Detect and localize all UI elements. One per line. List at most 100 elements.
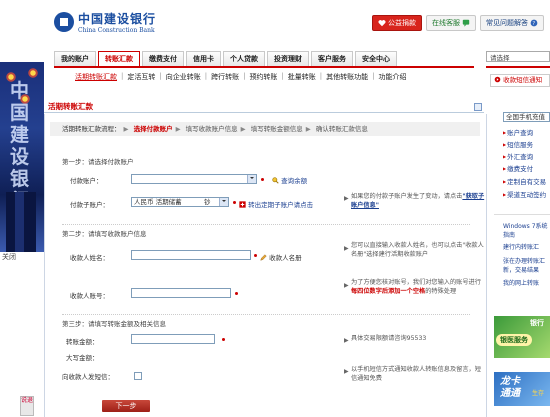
online-service-label: 在线客服: [432, 19, 460, 27]
payee-book-link[interactable]: 收款人名册: [260, 252, 302, 262]
payee-account-label: 收款人账号：: [70, 292, 109, 300]
subnav-interbank[interactable]: 跨行转账: [208, 72, 242, 82]
balance-query-label: 查询余额: [281, 177, 308, 185]
news-item[interactable]: Windows 7系统: [503, 223, 548, 231]
sub-account-type: 钞: [204, 198, 211, 206]
collapse-icon[interactable]: [474, 103, 482, 111]
medical-service-ad[interactable]: 银行 银医服务: [494, 316, 550, 358]
amount-label: 转账金额：: [66, 338, 99, 346]
payee-name-input[interactable]: [131, 250, 251, 260]
payee-account-input[interactable]: [131, 288, 231, 298]
news-item[interactable]: 指南: [503, 232, 515, 240]
chat-icon: [462, 19, 470, 27]
sub-account-hint: 如果您的付款子账户发生了变动，请点击"获取子账户信息": [351, 193, 485, 210]
sub-account-label: 付款子账户：: [70, 201, 109, 209]
divider: [62, 314, 470, 315]
side-tab[interactable]: 说退: [20, 396, 34, 416]
quick-link-channel[interactable]: 渠道互动签约: [503, 189, 546, 199]
payer-account-select[interactable]: [131, 174, 257, 184]
payee-name-hint: 您可以直接输入收款人姓名，也可以点击"收款人名册"选择建行活期收款账户: [351, 242, 484, 258]
news-item[interactable]: 新，交易结果: [503, 267, 539, 275]
balance-query-link[interactable]: 查询余额: [272, 175, 307, 185]
ccb-logo[interactable]: 中国建设银行 China Construction Bank: [54, 10, 156, 34]
subnav-demand-transfer[interactable]: 活期转账汇款: [72, 72, 120, 82]
chevron-down-icon: [219, 198, 228, 206]
amount-hint: 具体交易限额请咨询95533: [351, 335, 427, 342]
tab-my-account[interactable]: 我的账户: [54, 51, 96, 66]
chevron-down-icon: [247, 175, 256, 183]
process-step-1: 选择付款账户: [133, 125, 173, 133]
hint-arrow-icon: ▶: [344, 195, 349, 202]
required-marker: [235, 292, 238, 295]
header-buttons: 公益捐款 在线客服 常见问题解答 ?: [372, 15, 544, 31]
recharge-select[interactable]: 全国手机充值: [503, 112, 550, 122]
sidebar-search-select[interactable]: 请选择: [486, 51, 550, 62]
donation-button[interactable]: 公益捐款: [372, 15, 422, 31]
search-icon: [272, 177, 279, 184]
panel-title: 活期转账汇款: [44, 101, 484, 113]
banner-close-link[interactable]: 关闭: [0, 252, 44, 262]
tab-investment[interactable]: 投资理财: [267, 51, 309, 66]
sms-checkbox[interactable]: [134, 372, 142, 380]
faq-button[interactable]: 常见问题解答 ?: [480, 15, 544, 31]
tab-personal-loan[interactable]: 个人贷款: [223, 51, 265, 66]
svg-text:?: ?: [533, 21, 536, 27]
tab-transfer[interactable]: 转账汇款: [98, 51, 140, 66]
faq-label: 常见问题解答: [486, 19, 528, 27]
subnav-batch[interactable]: 批量转账: [285, 72, 319, 82]
hint-arrow-icon: ▶: [344, 337, 349, 344]
sms-hint: 以手机短信方式通知收款人转账信息及留言，短信通知免费: [351, 366, 481, 382]
sms-notify-promo[interactable]: 收款短信通知: [490, 74, 550, 87]
news-item[interactable]: 张在办理转账汇: [503, 258, 545, 266]
step3-heading: 第三步：请填写转账金额及相关信息: [62, 320, 166, 328]
subnav-to-enterprise[interactable]: 向企业转账: [163, 72, 204, 82]
hint-arrow-icon: ▶: [344, 245, 349, 252]
news-item[interactable]: 建行内转账汇: [503, 244, 539, 252]
payer-account-label: 付款账户：: [70, 177, 103, 185]
payee-account-hint-post: 的特殊处理: [425, 287, 457, 295]
quick-link-payment[interactable]: 缴费支付: [503, 163, 533, 173]
required-marker: [261, 178, 264, 181]
heart-icon: [378, 20, 386, 27]
ad-corner-text: 生存: [532, 390, 545, 397]
process-step-2: 填写收款账户信息: [185, 125, 238, 133]
payee-book-label: 收款人名册: [269, 254, 302, 262]
quick-link-sms[interactable]: 短信服务: [503, 139, 533, 149]
quick-link-account-query[interactable]: 账户查询: [503, 127, 533, 137]
building-decoration: [6, 192, 36, 252]
payee-name-label: 收款人姓名：: [70, 254, 109, 262]
required-marker: [222, 338, 225, 341]
news-item[interactable]: 我的网上转账: [503, 280, 539, 288]
ad-title: 龙卡 通通: [500, 376, 520, 399]
subnav-scheduled[interactable]: 预约转账: [246, 72, 280, 82]
next-step-button[interactable]: 下一步: [102, 400, 150, 412]
online-service-button[interactable]: 在线客服: [426, 15, 476, 31]
tab-payment[interactable]: 缴费支付: [142, 51, 184, 66]
transfer-fixed-link[interactable]: 转出定期子账户请点击: [239, 199, 313, 209]
sub-account-select[interactable]: 人民币 活期储蓄 钞: [131, 197, 229, 207]
tab-customer-service[interactable]: 客户服务: [311, 51, 353, 66]
donation-label: 公益捐款: [388, 19, 416, 27]
dragon-card-ad[interactable]: 龙卡 通通 生存: [494, 372, 550, 406]
left-ad-banner[interactable]: 中国建设银行: [0, 62, 44, 252]
amount-input[interactable]: [131, 334, 215, 344]
quick-link-custom[interactable]: 定制自有交易: [503, 176, 546, 186]
pencil-icon: [260, 254, 267, 261]
subnav-intro[interactable]: 功能介绍: [376, 72, 410, 82]
ad-title: 银医服务: [496, 334, 532, 346]
subnav-other[interactable]: 其他转账功能: [323, 72, 371, 82]
arrow-right-icon: [494, 76, 501, 83]
transfer-fixed-label: 转出定期子账户请点击: [248, 201, 314, 209]
divider: [494, 214, 550, 215]
sub-nav: 活期转账汇款 | 定活互转 | 向企业转账 | 跨行转账 | 预约转账 | 批量转账 | 其…: [72, 72, 410, 82]
payee-account-hint-pre: 为了方便您核对账号，我们对您输入的账号进行: [351, 279, 481, 286]
tab-security-center[interactable]: 安全中心: [355, 51, 397, 66]
process-step-4: 确认转账汇款信息: [315, 125, 368, 133]
plus-icon: [239, 201, 246, 208]
nav-underline: [54, 66, 474, 68]
tab-credit-card[interactable]: 信用卡: [186, 51, 221, 66]
sms-label: 向收款人发短信：: [62, 373, 114, 381]
divider: [62, 224, 470, 225]
quick-link-fx[interactable]: 外汇查询: [503, 151, 533, 161]
subnav-fixed-demand[interactable]: 定活互转: [124, 72, 158, 82]
